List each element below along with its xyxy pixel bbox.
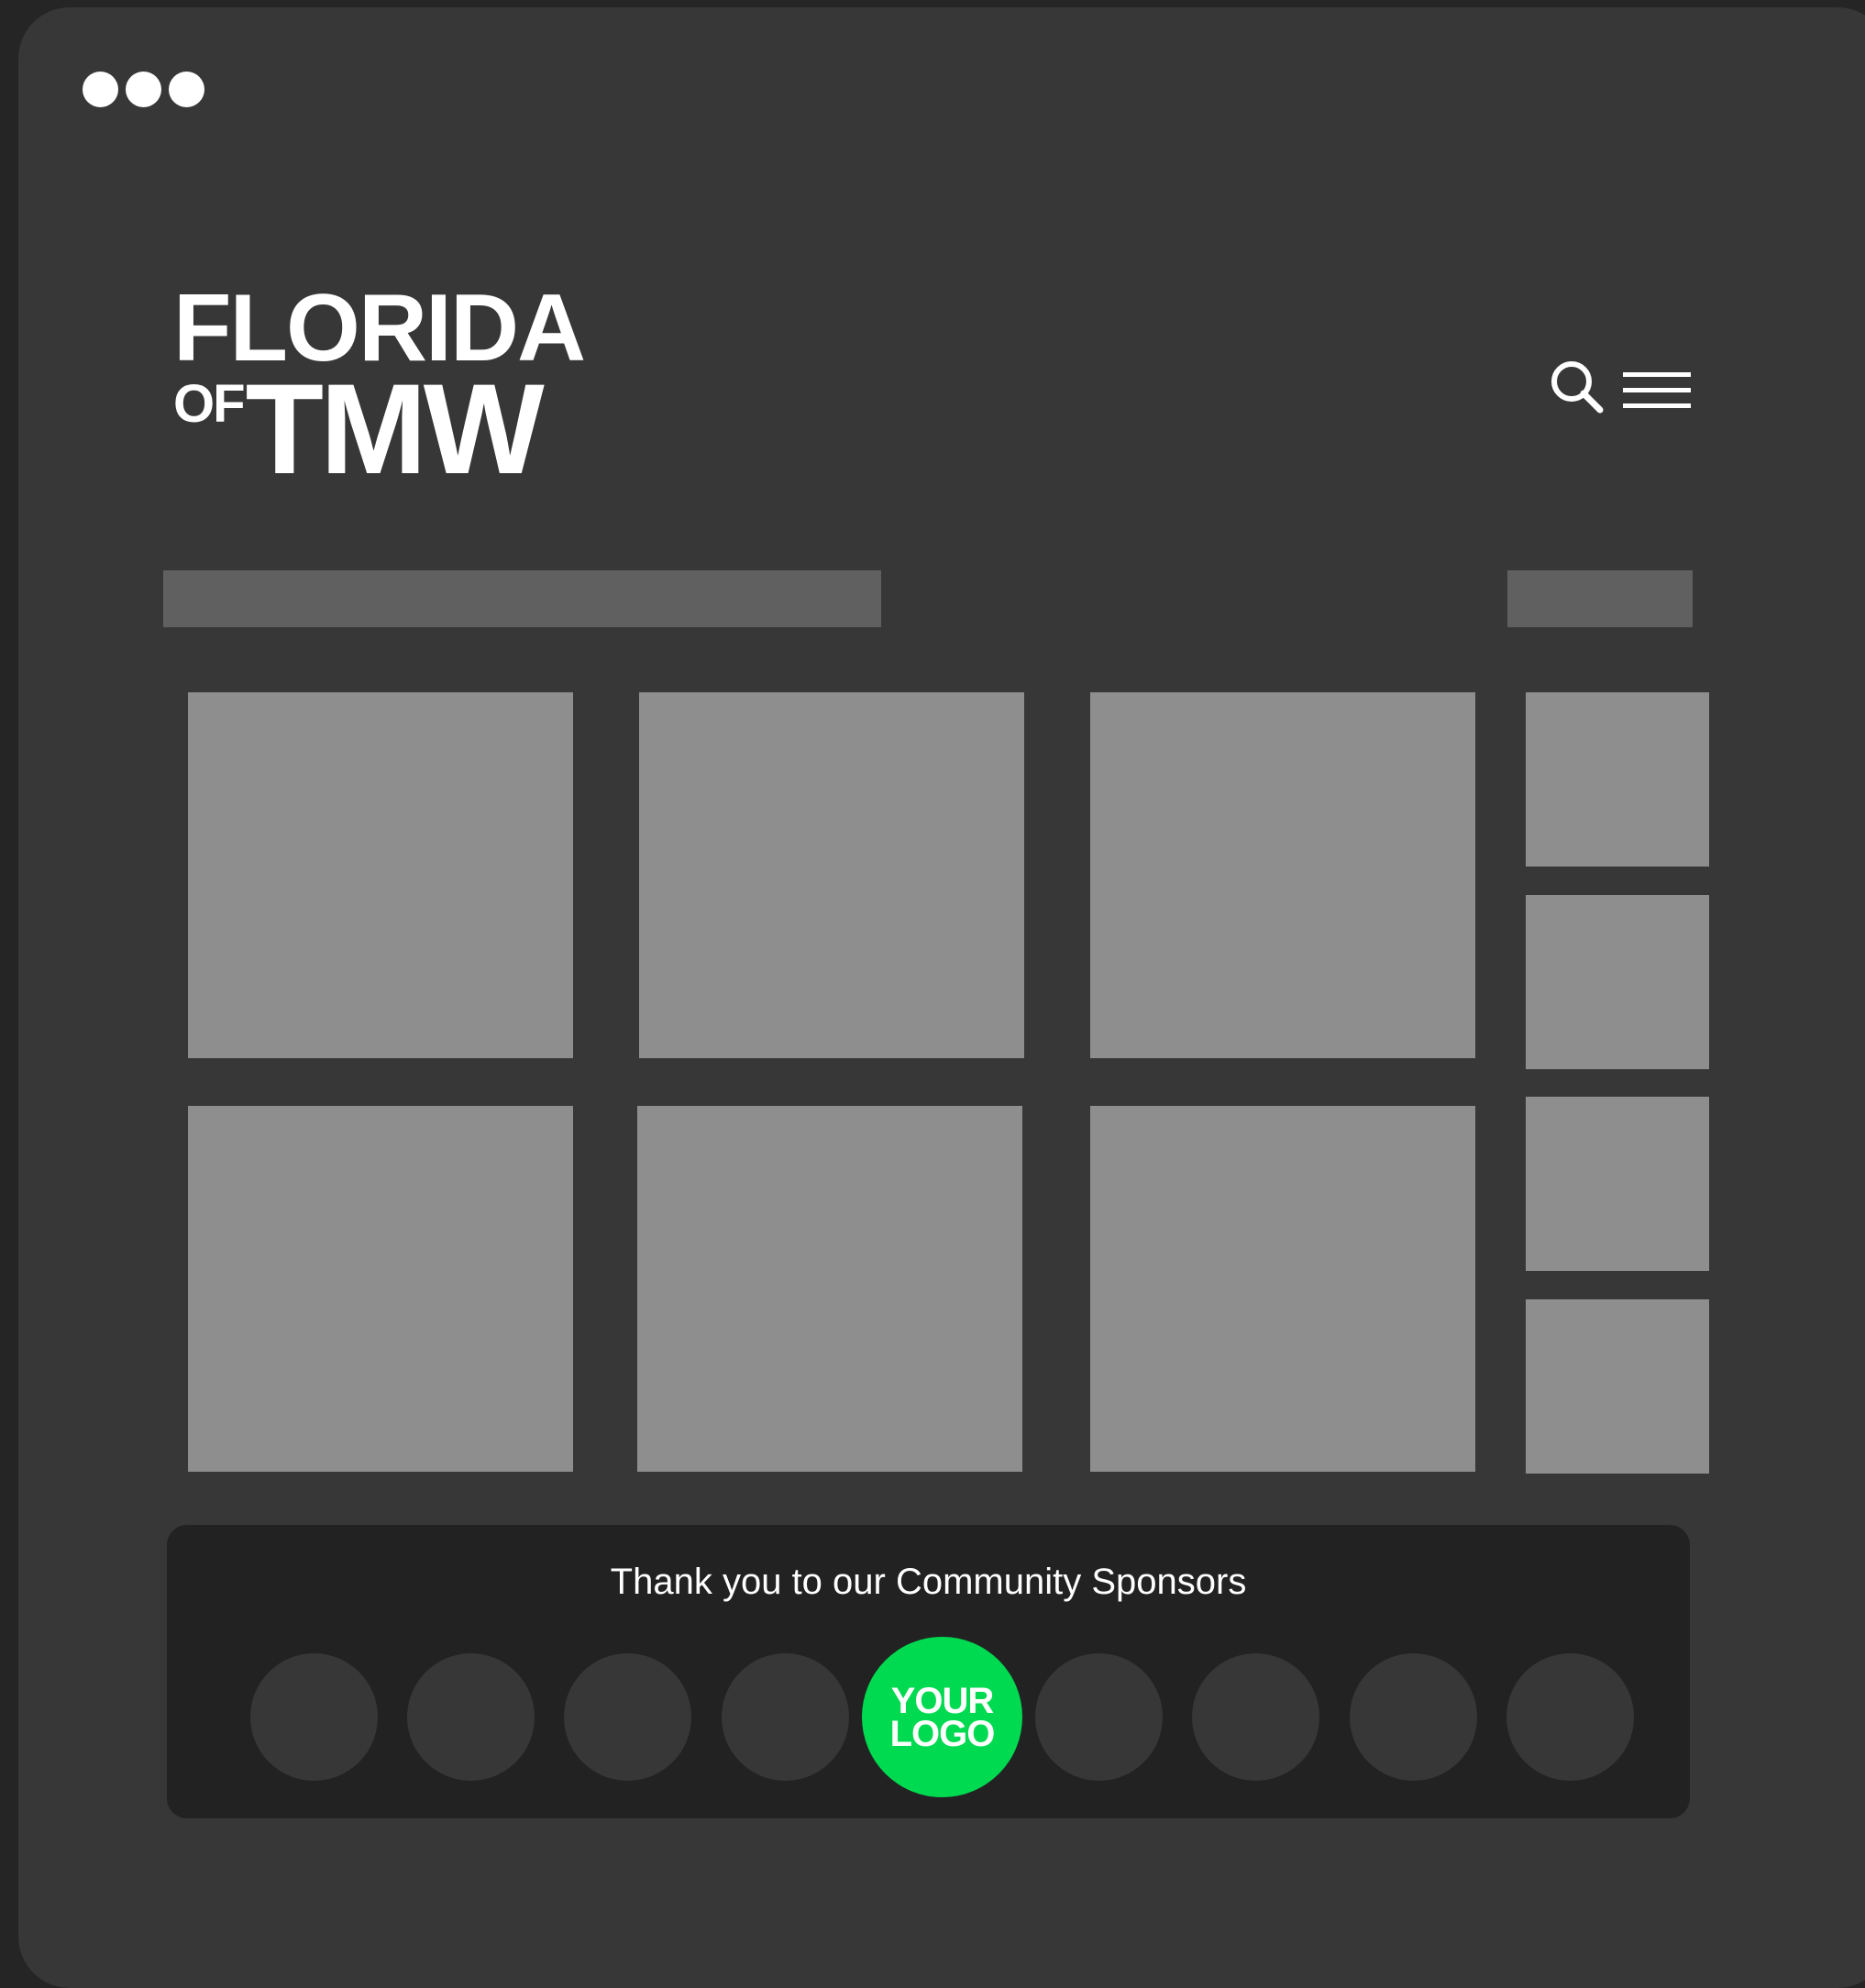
content-tile-2[interactable]	[639, 692, 1024, 1058]
hamburger-menu-icon[interactable]	[1623, 367, 1691, 414]
content-tile-4[interactable]	[188, 1106, 573, 1472]
sponsors-title: Thank you to our Community Sponsors	[610, 1562, 1247, 1602]
search-icon[interactable]	[1550, 359, 1605, 414]
window-dot-1[interactable]	[83, 72, 118, 107]
your-logo-badge[interactable]: YOUR LOGO	[862, 1637, 1022, 1797]
site-logo[interactable]: FLORIDA OF TMW	[173, 281, 586, 493]
content-tile-5[interactable]	[637, 1106, 1022, 1472]
sponsor-logo-7[interactable]	[1350, 1653, 1477, 1781]
sponsor-logo-6[interactable]	[1192, 1653, 1319, 1781]
your-logo-line2: LOGO	[889, 1713, 996, 1754]
sidebar-tile-2[interactable]	[1526, 895, 1709, 1069]
window-dot-3[interactable]	[169, 72, 204, 107]
sponsor-logo-4[interactable]	[722, 1653, 849, 1781]
sponsor-logo-8[interactable]	[1506, 1653, 1634, 1781]
sidebar-tile-3[interactable]	[1526, 1097, 1709, 1271]
window-dot-2[interactable]	[126, 72, 161, 107]
sponsor-logo-1[interactable]	[250, 1653, 378, 1781]
sidebar-tile-4[interactable]	[1526, 1299, 1709, 1474]
logo-tmw: TMW	[245, 357, 545, 501]
sidebar-tile-1[interactable]	[1526, 692, 1709, 867]
sponsor-logo-2[interactable]	[407, 1653, 535, 1781]
sponsor-logo-5[interactable]	[1035, 1653, 1163, 1781]
content-heading-placeholder	[163, 570, 881, 627]
logo-of: OF	[173, 374, 246, 434]
sidebar-heading-placeholder	[1507, 570, 1693, 627]
sponsors-panel: Thank you to our Community Sponsors YOUR…	[167, 1525, 1690, 1818]
content-tile-6[interactable]	[1090, 1106, 1475, 1472]
logo-line-of-tmw: OF TMW	[173, 365, 584, 493]
window-controls	[83, 72, 204, 107]
content-tile-1[interactable]	[188, 692, 573, 1058]
sponsor-logo-3[interactable]	[564, 1653, 691, 1781]
content-tile-3[interactable]	[1090, 692, 1475, 1058]
your-logo-line1: YOUR	[890, 1680, 995, 1721]
